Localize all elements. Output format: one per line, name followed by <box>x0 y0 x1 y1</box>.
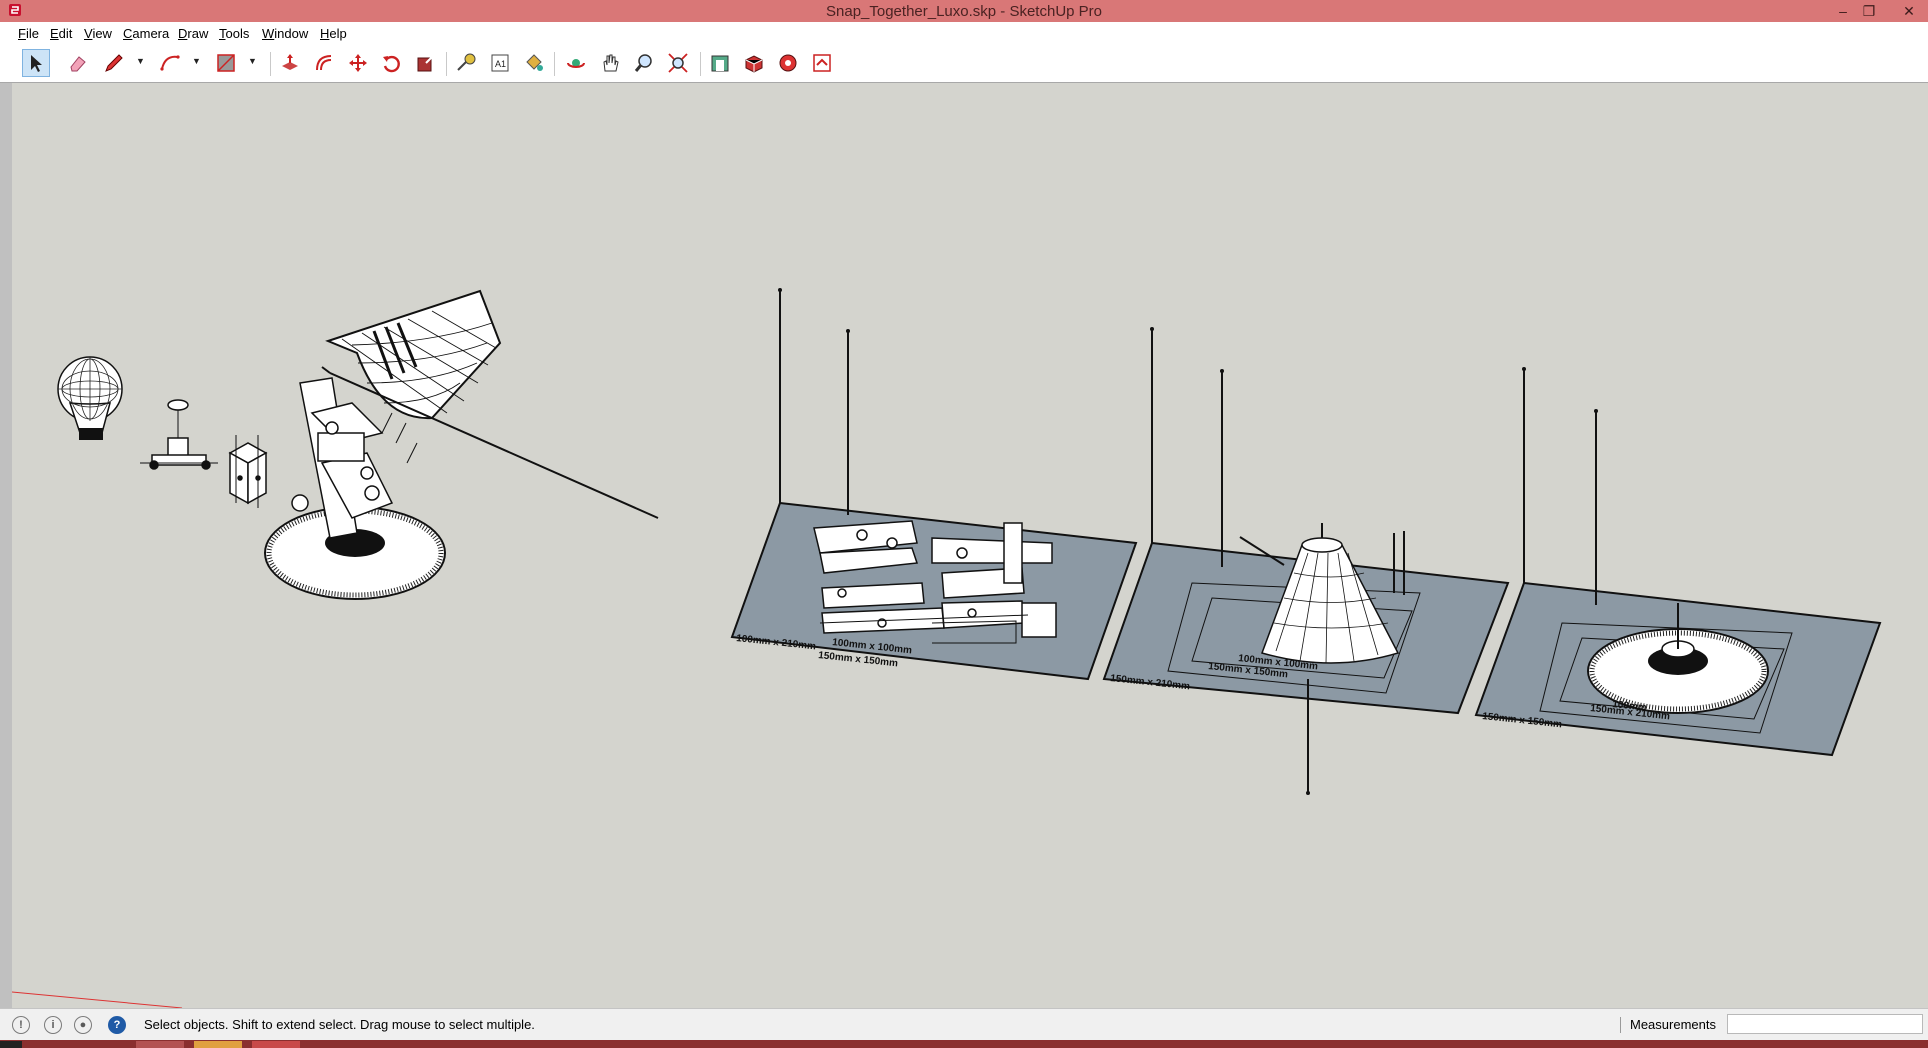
taskbar-app-2[interactable] <box>194 1041 242 1048</box>
minimize-icon[interactable]: – <box>1830 0 1856 22</box>
light-bulb-model <box>57 356 123 440</box>
rotate-tool-icon[interactable] <box>378 49 406 77</box>
luxo-lamp-model <box>264 289 659 600</box>
paint-bucket-tool-icon[interactable] <box>520 49 548 77</box>
main-toolbar: ▼ ▼ ▼ A1 <box>0 44 1928 83</box>
svg-text:A1: A1 <box>495 59 506 69</box>
move-tool-icon[interactable] <box>344 49 372 77</box>
menu-edit[interactable]: Edit <box>50 26 72 41</box>
print-plate-1: 100mm x 100mm 150mm x 150mm 100mm x 210m… <box>730 288 1138 681</box>
menu-window[interactable]: Window <box>262 26 308 41</box>
menu-bar: File Edit View Camera Draw Tools Window … <box>0 22 1928 44</box>
menu-camera[interactable]: Camera <box>123 26 169 41</box>
menu-draw[interactable]: Draw <box>178 26 208 41</box>
taskbar-start-icon[interactable] <box>0 1041 22 1048</box>
status-bar: ! i ● ? Select objects. Shift to extend … <box>0 1008 1928 1041</box>
taskbar-app-sketchup[interactable] <box>252 1041 300 1048</box>
eraser-tool-icon[interactable] <box>64 49 92 77</box>
text-tool-icon[interactable]: A1 <box>486 49 514 77</box>
scale-tool-icon[interactable] <box>412 49 440 77</box>
red-axis-line <box>12 991 183 1008</box>
menu-help[interactable]: Help <box>320 26 347 41</box>
geo-location-icon[interactable]: ! <box>12 1016 30 1034</box>
shape-dropdown-icon[interactable]: ▼ <box>248 56 257 66</box>
menu-tools[interactable]: Tools <box>219 26 249 41</box>
user-account-icon[interactable]: ● <box>74 1016 92 1034</box>
taskbar-strip <box>0 1040 1928 1048</box>
select-tool-icon[interactable] <box>22 49 50 77</box>
extension-manager-icon[interactable] <box>808 49 836 77</box>
help-icon[interactable]: ? <box>108 1016 126 1034</box>
taskbar-app-1[interactable] <box>136 1041 184 1048</box>
zoom-tool-icon[interactable] <box>630 49 658 77</box>
spring-block-model <box>228 435 268 508</box>
menu-file[interactable]: File <box>18 26 39 41</box>
pencil-line-tool-icon[interactable] <box>100 49 128 77</box>
3d-warehouse-icon[interactable] <box>706 49 734 77</box>
tape-measure-tool-icon[interactable] <box>452 49 480 77</box>
push-pull-tool-icon[interactable] <box>276 49 304 77</box>
layout-icon[interactable] <box>774 49 802 77</box>
hinge-part-model <box>140 399 218 470</box>
menu-view[interactable]: View <box>84 26 112 41</box>
window-title: Snap_Together_Luxo.skp - SketchUp Pro <box>826 3 1102 20</box>
line-dropdown-icon[interactable]: ▼ <box>136 56 145 66</box>
arc-tool-icon[interactable] <box>156 49 184 77</box>
zoom-extents-tool-icon[interactable] <box>664 49 692 77</box>
title-bar: Snap_Together_Luxo.skp - SketchUp Pro – … <box>0 0 1928 22</box>
modeling-viewport[interactable]: 100mm x 100mm 150mm x 150mm 100mm x 210m… <box>12 83 1928 1008</box>
restore-icon[interactable]: ❐ <box>1856 0 1882 22</box>
offset-tool-icon[interactable] <box>310 49 338 77</box>
measurements-input[interactable] <box>1727 1014 1923 1034</box>
pan-tool-icon[interactable] <box>596 49 624 77</box>
measurements-divider <box>1620 1017 1621 1033</box>
credits-icon[interactable]: i <box>44 1016 62 1034</box>
measurements-label: Measurements <box>1630 1017 1716 1032</box>
scene-canvas[interactable]: 100mm x 100mm 150mm x 150mm 100mm x 210m… <box>12 83 1928 1008</box>
close-icon[interactable]: ✕ <box>1896 0 1922 22</box>
extension-warehouse-icon[interactable] <box>740 49 768 77</box>
orbit-tool-icon[interactable] <box>562 49 590 77</box>
rectangle-tool-icon[interactable] <box>212 49 240 77</box>
print-plate-3: 150mm x 210mm 100mm 150mm x 150mm <box>1474 367 1882 757</box>
print-plate-2: 150mm x 150mm 150mm x 210mm 100mm x 100m… <box>1102 327 1510 795</box>
status-message: Select objects. Shift to extend select. … <box>144 1017 535 1032</box>
arc-dropdown-icon[interactable]: ▼ <box>192 56 201 66</box>
